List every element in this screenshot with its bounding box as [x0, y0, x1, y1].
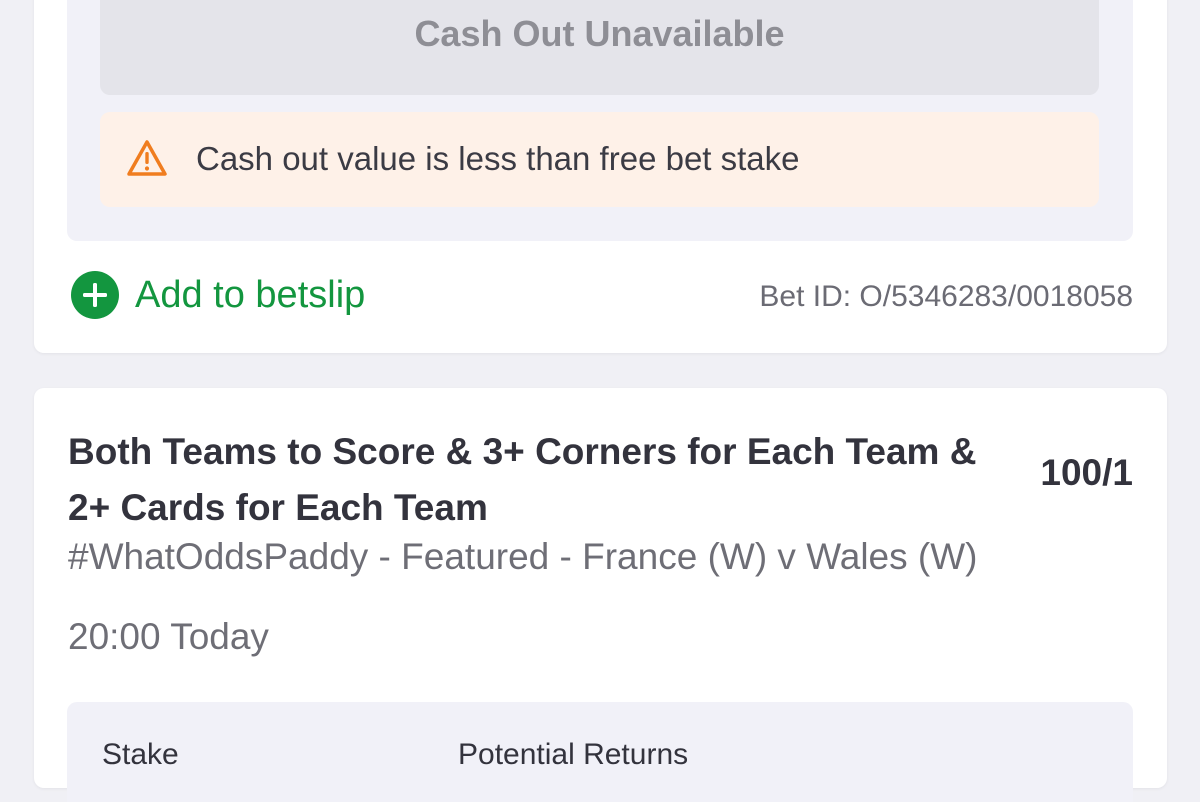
event-time: 20:00 Today: [68, 616, 269, 657]
cashout-panel: Cash Out Unavailable Cash out value is l…: [67, 0, 1133, 241]
stake-label: Stake: [102, 738, 179, 771]
warning-message: Cash out value is less than free bet sta…: [196, 140, 800, 177]
selection-card: Both Teams to Score & 3+ Corners for Eac…: [34, 388, 1167, 802]
potential-returns-label: Potential Returns: [458, 738, 689, 771]
warning-icon: [127, 140, 167, 176]
event-name: #WhatOddsPaddy - Featured - France (W) v…: [68, 536, 978, 577]
stake-summary-panel: Stake Potential Returns: [67, 702, 1133, 802]
bet-card: Cash Out Unavailable Cash out value is l…: [34, 0, 1167, 353]
odds: 100/1: [1040, 452, 1133, 493]
cashout-unavailable-button[interactable]: Cash Out Unavailable: [100, 0, 1099, 95]
bet-id: Bet ID: O/5346283/0018058: [759, 280, 1133, 313]
plus-circle-icon: [71, 271, 119, 319]
cashout-warning: Cash out value is less than free bet sta…: [100, 112, 1099, 207]
add-to-betslip-button[interactable]: Add to betslip: [71, 271, 365, 319]
add-to-betslip-label: Add to betslip: [135, 273, 366, 316]
selection-title: Both Teams to Score & 3+ Corners for Eac…: [68, 431, 977, 528]
